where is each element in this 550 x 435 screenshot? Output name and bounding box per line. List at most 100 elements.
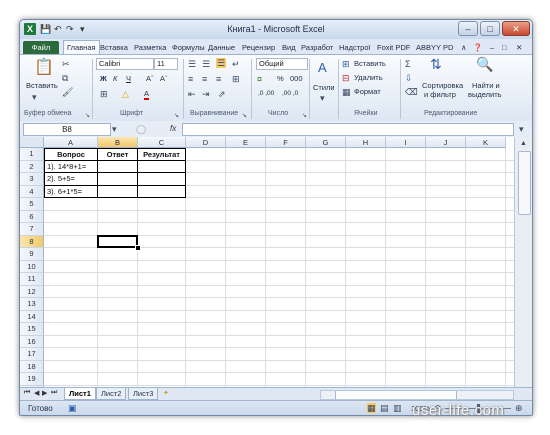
column-header[interactable]: H [346, 137, 386, 148]
insert-function-icon[interactable]: fx [170, 124, 176, 133]
merge-center-icon[interactable]: ⊞ [232, 74, 240, 84]
row-header[interactable]: 7 [20, 223, 44, 236]
insert-cells-icon[interactable]: ⊞ [342, 59, 350, 69]
row-header[interactable]: 5 [20, 198, 44, 211]
align-bottom-icon[interactable]: ☰ [216, 58, 227, 68]
tab-insert[interactable]: Вставка [100, 41, 128, 54]
insert-sheet-icon[interactable]: ✦ [163, 389, 169, 397]
format-cells-icon[interactable]: ▦ [342, 87, 351, 97]
find-select-icon[interactable]: 🔍 [476, 57, 493, 71]
autosum-icon[interactable]: Σ [405, 59, 411, 69]
filter-button[interactable]: и фильтр [424, 90, 456, 100]
normal-view-icon[interactable]: ▦ [367, 403, 376, 413]
align-top-icon[interactable]: ☰ [188, 59, 196, 69]
font-name-combo[interactable]: Calibri [96, 58, 154, 70]
select-button[interactable]: выделить [468, 90, 502, 100]
table-header-cell[interactable]: Ответ [98, 148, 138, 161]
number-launcher-icon[interactable]: ↘ [302, 111, 307, 121]
row-header[interactable]: 16 [20, 335, 44, 348]
page-layout-view-icon[interactable]: ▤ [380, 403, 389, 413]
column-header[interactable]: J [426, 137, 466, 148]
wrap-text-icon[interactable]: ↵ [232, 59, 240, 69]
doc-minimize-icon[interactable]: – [490, 41, 494, 54]
font-launcher-icon[interactable]: ↘ [174, 111, 179, 121]
fill-color-icon[interactable]: △ [122, 89, 129, 99]
fill-icon[interactable]: ⇩ [405, 73, 413, 83]
row-header[interactable]: 8 [20, 235, 44, 248]
alignment-launcher-icon[interactable]: ↘ [242, 111, 247, 121]
result-cell[interactable] [138, 160, 186, 173]
result-cell[interactable] [138, 185, 186, 198]
column-header[interactable]: F [266, 137, 306, 148]
page-break-view-icon[interactable]: ▥ [393, 403, 402, 413]
align-center-icon[interactable]: ≡ [202, 74, 207, 84]
question-cell[interactable]: 1). 14*8+1= [44, 160, 98, 173]
prev-sheet-icon[interactable]: ◀ [34, 389, 39, 397]
zoom-in-icon[interactable]: ⊕ [515, 403, 523, 413]
currency-icon[interactable]: ¤ [257, 74, 262, 84]
maximize-button[interactable]: □ [480, 21, 500, 36]
doc-close-icon[interactable]: ✕ [516, 41, 522, 54]
sheet-tab-1[interactable]: Лист1 [64, 388, 96, 400]
row-header[interactable]: 17 [20, 348, 44, 361]
decrease-decimal-button[interactable]: ,00 ,0 [282, 89, 298, 99]
column-header[interactable]: D [186, 137, 226, 148]
paste-icon[interactable]: 📋 [34, 59, 54, 77]
worksheet-grid[interactable]: ABCDEFGHIJK 1 2 3 4 5 6 7 8 9 10 11 12 13 14 15 16 17 18 1… [20, 137, 532, 387]
paste-dropdown-icon[interactable]: ▾ [32, 92, 37, 102]
vertical-scrollbar[interactable]: ▲ ▼ [514, 137, 532, 399]
help-icon[interactable]: ❓ [473, 41, 482, 54]
formula-input[interactable] [182, 123, 514, 136]
row-header[interactable]: 6 [20, 210, 44, 223]
table-header-cell[interactable]: Результат [138, 148, 186, 161]
row-header[interactable]: 19 [20, 373, 44, 386]
horizontal-scroll-thumb[interactable] [335, 391, 457, 399]
row-header[interactable]: 2 [20, 160, 44, 173]
horizontal-scrollbar[interactable] [320, 390, 514, 400]
delete-cells-button[interactable]: Удалить [354, 73, 383, 83]
tab-view[interactable]: Вид [282, 41, 296, 54]
formula-bar-expand-icon[interactable]: ◯ [136, 124, 146, 134]
decrease-indent-icon[interactable]: ⇤ [188, 89, 196, 99]
fill-handle[interactable] [135, 245, 141, 251]
tab-home[interactable]: Главная [63, 40, 100, 55]
align-left-icon[interactable]: ≡ [188, 74, 193, 84]
question-cell[interactable]: 2). 5+5= [44, 173, 98, 186]
answer-cell[interactable] [98, 185, 138, 198]
column-header[interactable]: A [44, 137, 98, 148]
answer-cell[interactable] [98, 173, 138, 186]
tab-page-layout[interactable]: Разметка [134, 41, 166, 54]
question-cell[interactable]: 3). 6+1*5= [44, 185, 98, 198]
result-cell[interactable] [138, 173, 186, 186]
scroll-up-icon[interactable]: ▲ [520, 139, 527, 149]
tab-data[interactable]: Данные [208, 41, 235, 54]
font-size-combo[interactable]: 11 [154, 58, 178, 70]
column-header[interactable]: E [226, 137, 266, 148]
column-header[interactable]: K [466, 137, 506, 148]
ribbon-minimize-icon[interactable]: ∧ [461, 41, 467, 54]
row-header[interactable]: 10 [20, 260, 44, 273]
row-header[interactable]: 15 [20, 323, 44, 336]
minimize-button[interactable]: – [458, 21, 478, 36]
formula-bar-expand-dropdown-icon[interactable]: ▾ [519, 124, 524, 134]
styles-icon[interactable]: A [318, 61, 327, 74]
macro-record-icon[interactable]: ▣ [68, 403, 77, 413]
sort-filter-icon[interactable]: ⇅ [430, 57, 442, 71]
thousands-button[interactable]: 000 [290, 74, 303, 84]
font-color-button[interactable]: A [144, 89, 150, 100]
increase-indent-icon[interactable]: ⇥ [202, 89, 210, 99]
row-header[interactable]: 12 [20, 285, 44, 298]
column-header[interactable]: B [98, 137, 138, 148]
name-box-dropdown-icon[interactable]: ▾ [112, 124, 117, 134]
tab-review[interactable]: Рецензир [242, 41, 275, 54]
tab-foxit-pdf[interactable]: Foxit PDF [377, 41, 410, 54]
bold-button[interactable]: Ж [100, 74, 107, 84]
close-button[interactable]: ✕ [502, 21, 530, 36]
align-right-icon[interactable]: ≡ [216, 74, 221, 84]
tab-formulas[interactable]: Формулы [172, 41, 205, 54]
select-all-corner[interactable] [20, 137, 44, 148]
insert-cells-button[interactable]: Вставить [354, 59, 386, 69]
row-header[interactable]: 18 [20, 360, 44, 373]
tab-developer[interactable]: Разработ [301, 41, 333, 54]
answer-cell[interactable] [98, 160, 138, 173]
